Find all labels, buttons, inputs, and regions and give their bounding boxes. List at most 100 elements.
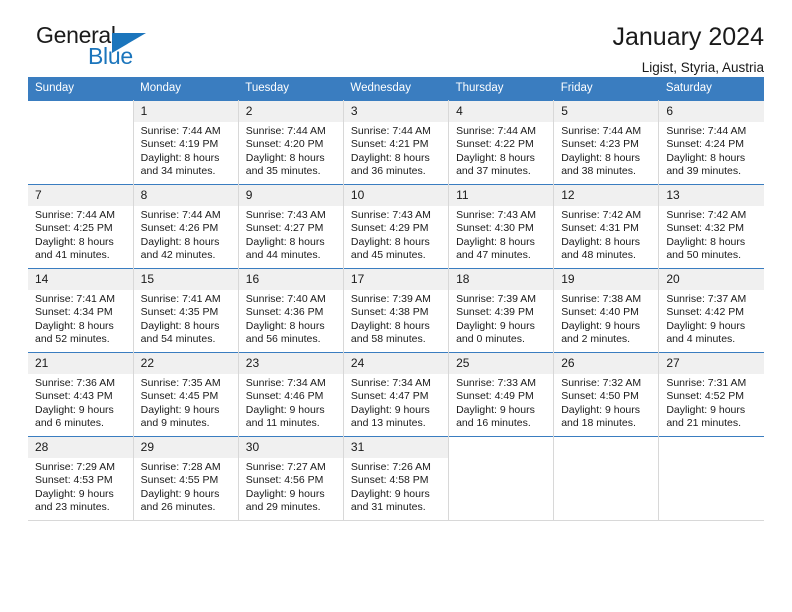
daylight-text: and 39 minutes. [666,164,742,177]
daylight-text: Daylight: 9 hours [456,403,535,416]
calendar-day-cell[interactable]: 8 Sunrise: 7:44 AM Sunset: 4:26 PM Daylight… [133,184,239,269]
calendar-day-cell[interactable]: 2 Sunrise: 7:44 AM Sunset: 4:20 PM Daylight… [238,100,344,185]
weekday-header-sunday: Sunday [28,77,134,101]
day-details: Sunrise: 7:39 AM Sunset: 4:39 PM Daylight:… [449,290,553,346]
day-number: 25 [449,353,554,374]
daylight-text: Daylight: 9 hours [561,319,640,332]
sunrise-text: Sunrise: 7:44 AM [140,209,221,221]
calendar-day-cell[interactable]: 21 Sunrise: 7:36 AM Sunset: 4:43 PM Dayligh… [28,352,134,437]
sunset-text: Sunset: 4:42 PM [666,306,744,319]
day-number: 2 [238,101,343,122]
sunrise-text: Sunrise: 7:44 AM [350,125,431,137]
calendar-day-cell[interactable]: 3 Sunrise: 7:44 AM Sunset: 4:21 PM Daylight… [343,100,450,185]
day-details: Sunrise: 7:42 AM Sunset: 4:32 PM Daylight:… [659,206,764,262]
brand-logo[interactable]: General Blue [28,22,208,74]
sunset-text: Sunset: 4:56 PM [245,474,324,487]
day-details: Sunrise: 7:44 AM Sunset: 4:23 PM Daylight:… [554,122,658,178]
sunset-text: Sunset: 4:32 PM [666,222,744,235]
calendar-day-cell[interactable]: 17 Sunrise: 7:39 AM Sunset: 4:38 PM Dayligh… [343,268,450,353]
day-number [28,101,133,122]
calendar-day-cell[interactable]: 6 Sunrise: 7:44 AM Sunset: 4:24 PM Daylight… [658,100,764,185]
calendar-day-cell[interactable]: 19 Sunrise: 7:38 AM Sunset: 4:40 PM Dayligh… [553,268,660,353]
day-number: 18 [449,269,554,290]
calendar-day-cell[interactable]: 23 Sunrise: 7:34 AM Sunset: 4:46 PM Dayligh… [238,352,344,437]
daylight-text: and 34 minutes. [140,164,216,177]
day-details: Sunrise: 7:29 AM Sunset: 4:53 PM Daylight:… [28,458,133,514]
calendar-day-cell[interactable]: 16 Sunrise: 7:40 AM Sunset: 4:36 PM Dayligh… [238,268,344,353]
day-number [554,437,658,458]
calendar-day-cell[interactable]: 15 Sunrise: 7:41 AM Sunset: 4:35 PM Dayligh… [133,268,239,353]
calendar-day-cell[interactable]: 12 Sunrise: 7:42 AM Sunset: 4:31 PM Dayligh… [553,184,660,269]
calendar-day-cell[interactable]: 1 Sunrise: 7:44 AM Sunset: 4:19 PM Daylight… [133,100,239,185]
calendar-day-cell[interactable]: 27 Sunrise: 7:31 AM Sunset: 4:52 PM Dayligh… [658,352,764,437]
sunset-text: Sunset: 4:31 PM [561,222,639,235]
sunrise-text: Sunrise: 7:26 AM [350,461,431,473]
sunrise-text: Sunrise: 7:27 AM [245,461,326,473]
sunrise-text: Sunrise: 7:32 AM [561,377,642,389]
weekday-header-monday: Monday [133,77,239,101]
day-number: 17 [343,269,449,290]
sunset-text: Sunset: 4:47 PM [350,390,429,403]
sunrise-text: Sunrise: 7:39 AM [456,293,537,305]
sunrise-text: Sunrise: 7:37 AM [666,293,747,305]
calendar-week-row: 14 Sunrise: 7:41 AM Sunset: 4:34 PM Dayligh… [28,268,764,353]
calendar-day-cell[interactable]: 13 Sunrise: 7:42 AM Sunset: 4:32 PM Dayligh… [658,184,764,269]
calendar-day-cell[interactable]: 11 Sunrise: 7:43 AM Sunset: 4:30 PM Dayligh… [448,184,555,269]
calendar-day-cell[interactable]: 20 Sunrise: 7:37 AM Sunset: 4:42 PM Dayligh… [658,268,764,353]
day-number: 19 [554,269,659,290]
calendar-day-cell[interactable]: 14 Sunrise: 7:41 AM Sunset: 4:34 PM Dayligh… [28,268,134,353]
calendar-day-cell[interactable]: 4 Sunrise: 7:44 AM Sunset: 4:22 PM Daylight… [448,100,555,185]
sunset-text: Sunset: 4:35 PM [140,306,219,319]
calendar-day-cell[interactable]: 29 Sunrise: 7:28 AM Sunset: 4:55 PM Dayligh… [133,436,239,521]
daylight-text: Daylight: 8 hours [456,151,535,164]
calendar-day-cell[interactable]: 10 Sunrise: 7:43 AM Sunset: 4:29 PM Dayligh… [343,184,450,269]
calendar-day-cell[interactable]: 28 Sunrise: 7:29 AM Sunset: 4:53 PM Dayligh… [28,436,134,521]
calendar-day-cell[interactable]: 25 Sunrise: 7:33 AM Sunset: 4:49 PM Dayligh… [448,352,555,437]
sunset-text: Sunset: 4:27 PM [245,222,324,235]
daylight-text: and 16 minutes. [456,416,531,429]
sunset-text: Sunset: 4:26 PM [140,222,219,235]
daylight-text: and 26 minutes. [140,500,216,513]
day-number: 5 [554,101,659,122]
calendar-day-cell[interactable]: 31 Sunrise: 7:26 AM Sunset: 4:58 PM Dayligh… [343,436,450,521]
calendar-day-cell[interactable]: 7 Sunrise: 7:44 AM Sunset: 4:25 PM Daylight… [28,184,134,269]
daylight-text: Daylight: 9 hours [561,403,640,416]
calendar-day-cell[interactable]: 30 Sunrise: 7:27 AM Sunset: 4:56 PM Dayligh… [238,436,344,521]
calendar-day-cell[interactable]: 24 Sunrise: 7:34 AM Sunset: 4:47 PM Dayligh… [343,352,450,437]
calendar-day-cell[interactable]: 26 Sunrise: 7:32 AM Sunset: 4:50 PM Dayligh… [553,352,660,437]
sunset-text: Sunset: 4:40 PM [561,306,639,319]
daylight-text: Daylight: 8 hours [350,235,430,248]
weekday-header-tuesday: Tuesday [238,77,344,101]
sunrise-text: Sunrise: 7:43 AM [350,209,431,221]
day-details: Sunrise: 7:39 AM Sunset: 4:38 PM Daylight:… [344,290,448,346]
daylight-text: and 52 minutes. [35,332,110,345]
calendar-day-cell[interactable]: 18 Sunrise: 7:39 AM Sunset: 4:39 PM Dayligh… [448,268,555,353]
calendar-cell-empty [28,100,134,185]
daylight-text: Daylight: 8 hours [666,151,746,164]
daylight-text: Daylight: 8 hours [245,235,325,248]
daylight-text: Daylight: 8 hours [666,235,746,248]
sunset-text: Sunset: 4:55 PM [140,474,219,487]
daylight-text: Daylight: 8 hours [140,235,220,248]
calendar-day-cell[interactable]: 22 Sunrise: 7:35 AM Sunset: 4:45 PM Dayligh… [133,352,239,437]
day-details: Sunrise: 7:41 AM Sunset: 4:34 PM Daylight:… [28,290,133,346]
sunset-text: Sunset: 4:45 PM [140,390,219,403]
daylight-text: and 58 minutes. [350,332,426,345]
calendar-day-cell[interactable]: 5 Sunrise: 7:44 AM Sunset: 4:23 PM Daylight… [553,100,660,185]
sunrise-text: Sunrise: 7:41 AM [140,293,221,305]
daylight-text: Daylight: 9 hours [140,403,220,416]
daylight-text: and 41 minutes. [35,248,110,261]
weekday-header-wednesday: Wednesday [343,77,449,101]
sunrise-text: Sunrise: 7:44 AM [35,209,115,221]
sunrise-text: Sunrise: 7:44 AM [666,125,747,137]
daylight-text: and 11 minutes. [245,416,320,429]
daylight-text: Daylight: 9 hours [140,487,220,500]
daylight-text: and 13 minutes. [350,416,426,429]
sunrise-text: Sunrise: 7:42 AM [561,209,642,221]
sunset-text: Sunset: 4:23 PM [561,138,639,151]
day-number: 28 [28,437,133,458]
sunrise-text: Sunrise: 7:34 AM [350,377,431,389]
sunrise-text: Sunrise: 7:36 AM [35,377,115,389]
calendar-day-cell[interactable]: 9 Sunrise: 7:43 AM Sunset: 4:27 PM Daylight… [238,184,344,269]
day-number: 10 [343,185,449,206]
